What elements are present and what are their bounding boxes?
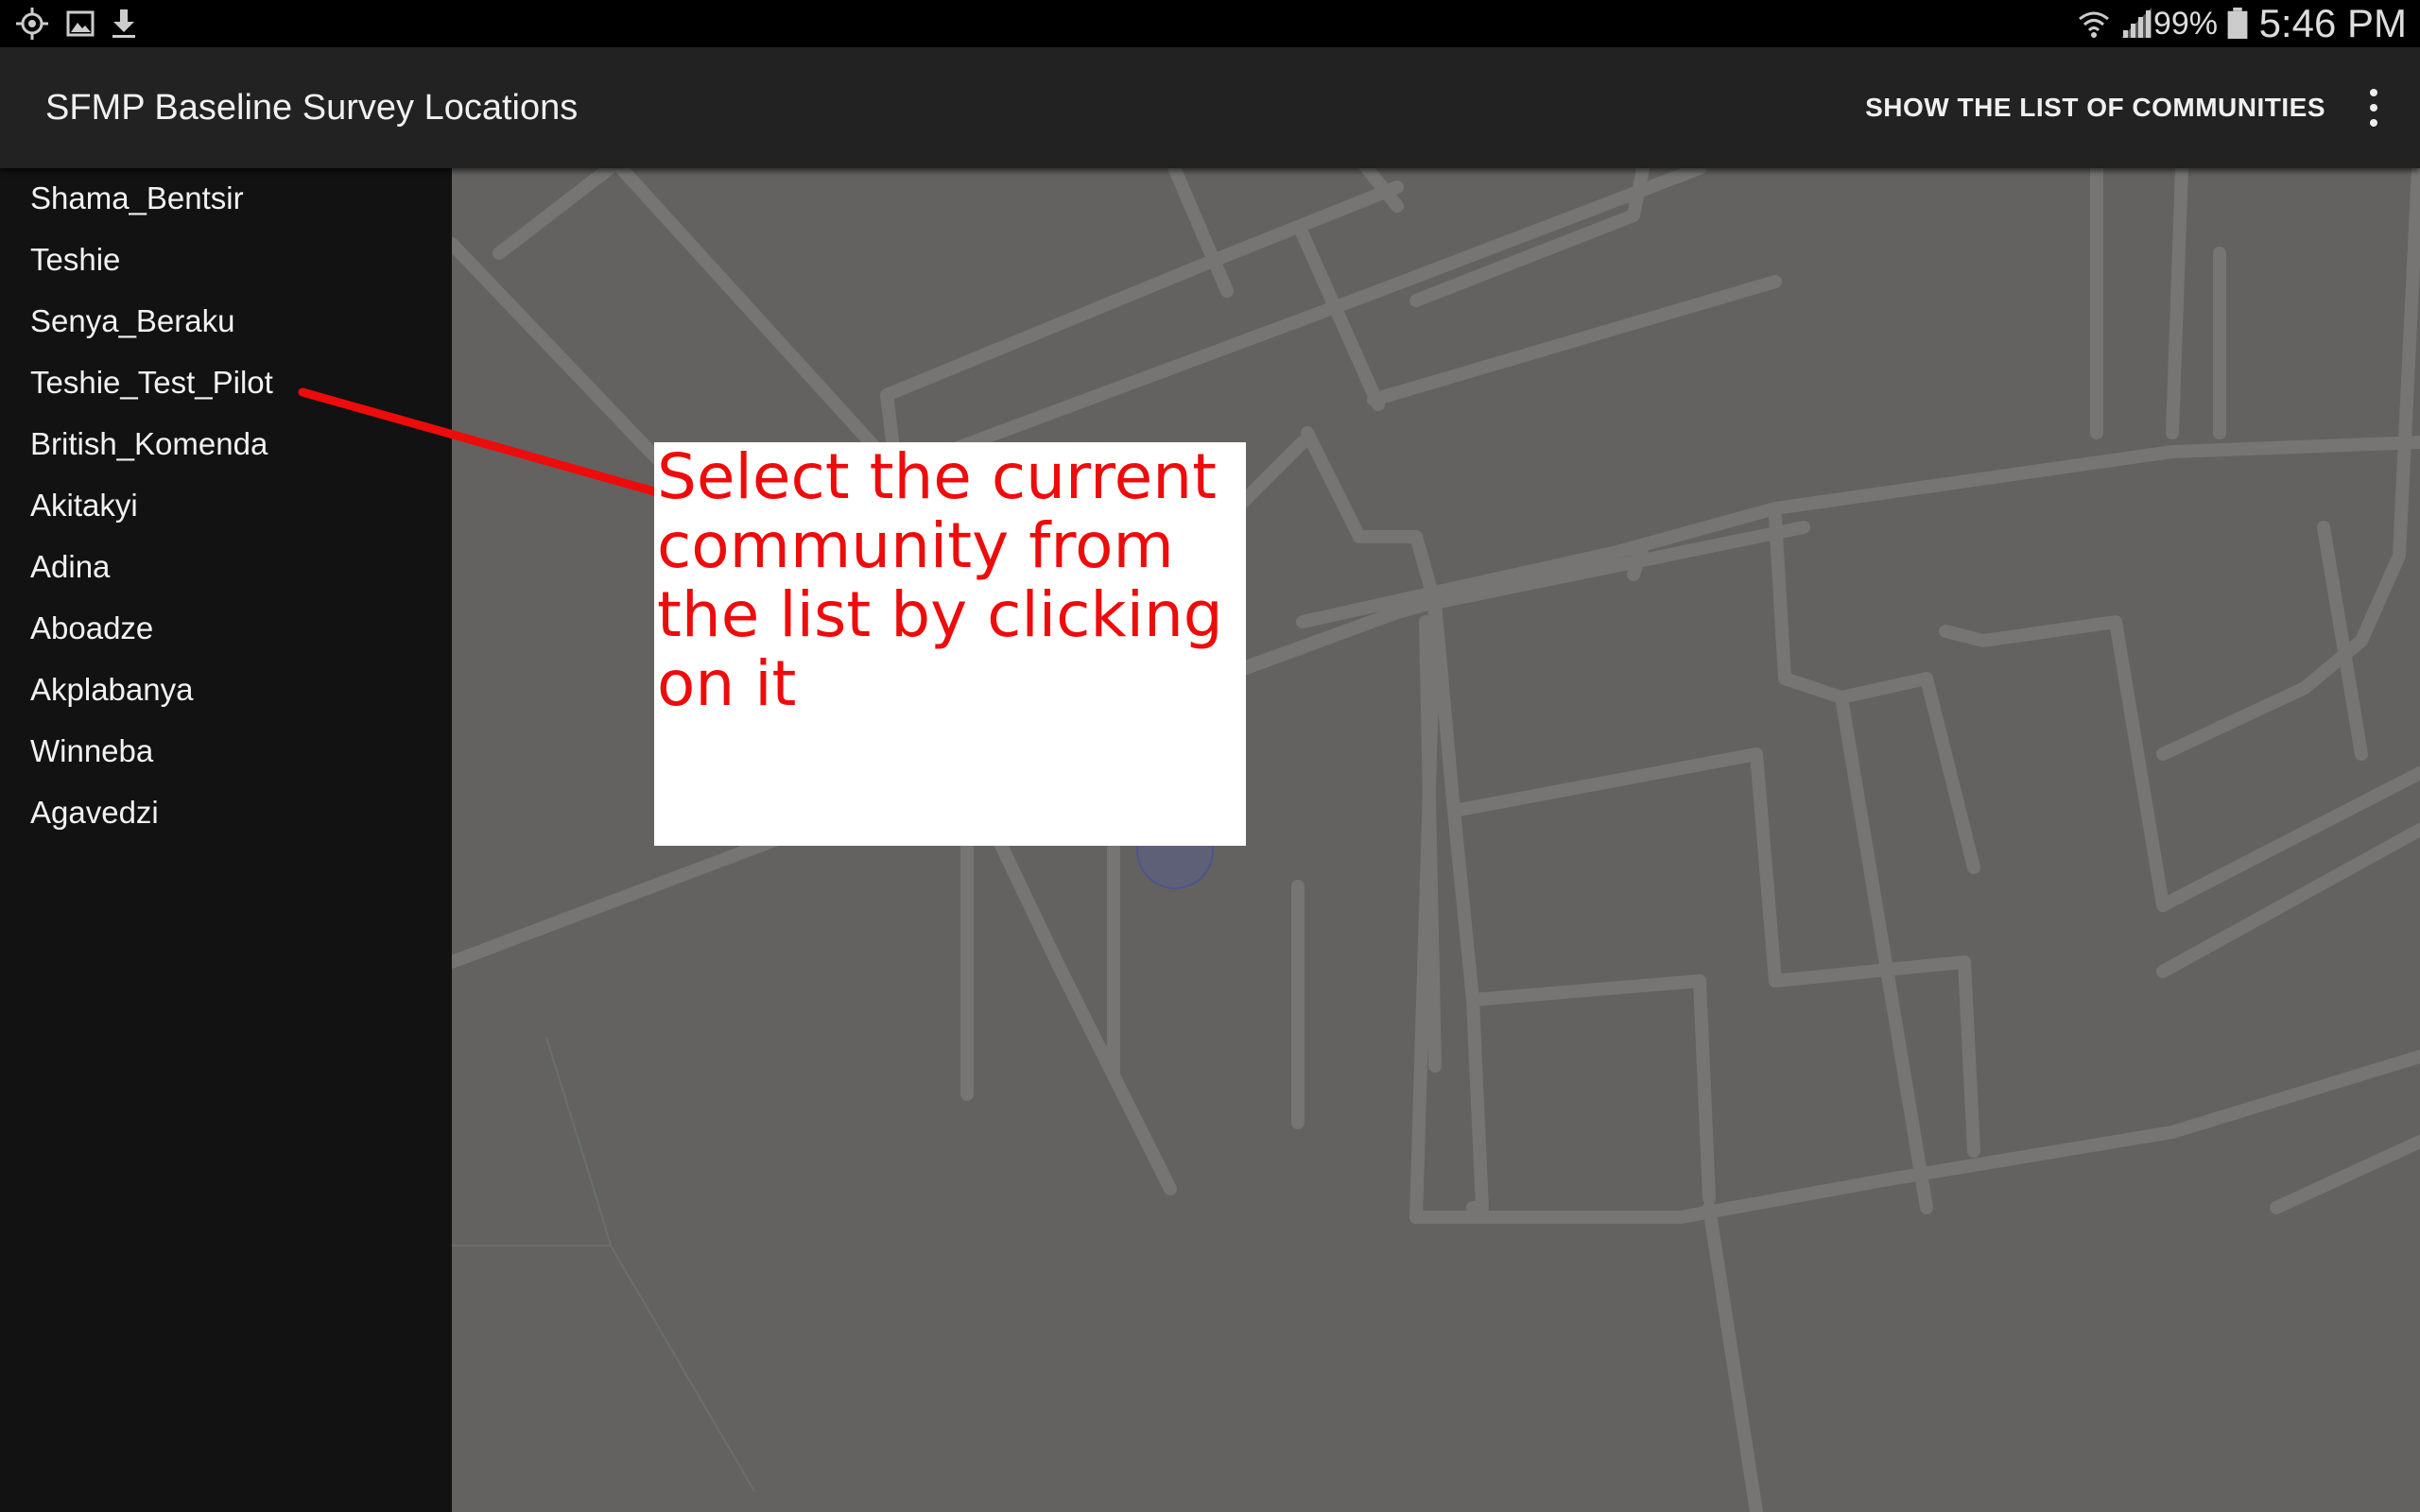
wifi-icon <box>2079 11 2109 38</box>
battery-icon <box>2227 8 2248 40</box>
tutorial-tip: Select the current community from the li… <box>654 442 1246 846</box>
more-vertical-icon[interactable] <box>2344 79 2401 136</box>
action-bar: SFMP Baseline Survey Locations SHOW THE … <box>0 47 2420 168</box>
community-item-aboadze[interactable]: Aboadze <box>30 600 153 657</box>
community-item-shama-bentsir[interactable]: Shama_Bentsir <box>30 170 244 227</box>
community-item-akitakyi[interactable]: Akitakyi <box>30 477 138 534</box>
battery-percent: 99% <box>2152 6 2218 42</box>
signal-icon <box>2121 8 2152 38</box>
community-item-british-komenda[interactable]: British_Komenda <box>30 416 268 472</box>
image-icon <box>66 10 95 37</box>
clock: 5:46 PM <box>2258 1 2407 45</box>
community-item-teshie[interactable]: Teshie <box>30 232 120 288</box>
community-item-winneba[interactable]: Winneba <box>30 723 153 780</box>
app-title: SFMP Baseline Survey Locations <box>45 88 579 128</box>
tip-text: Select the current community from the li… <box>657 440 1223 720</box>
download-icon <box>112 9 135 38</box>
community-item-senya-beraku[interactable]: Senya_Beraku <box>30 293 234 350</box>
show-communities-button[interactable]: SHOW THE LIST OF COMMUNITIES <box>1865 47 2325 168</box>
location-icon <box>16 8 48 40</box>
status-bar: 99% 5:46 PM <box>0 0 2420 47</box>
community-item-adina[interactable]: Adina <box>30 539 110 595</box>
community-item-akplabanya[interactable]: Akplabanya <box>30 662 193 718</box>
community-item-agavedzi[interactable]: Agavedzi <box>30 784 159 841</box>
community-item-teshie-test-pilot[interactable]: Teshie_Test_Pilot <box>30 354 273 411</box>
community-list: Shama_Bentsir Teshie Senya_Beraku Teshie… <box>0 168 452 1512</box>
